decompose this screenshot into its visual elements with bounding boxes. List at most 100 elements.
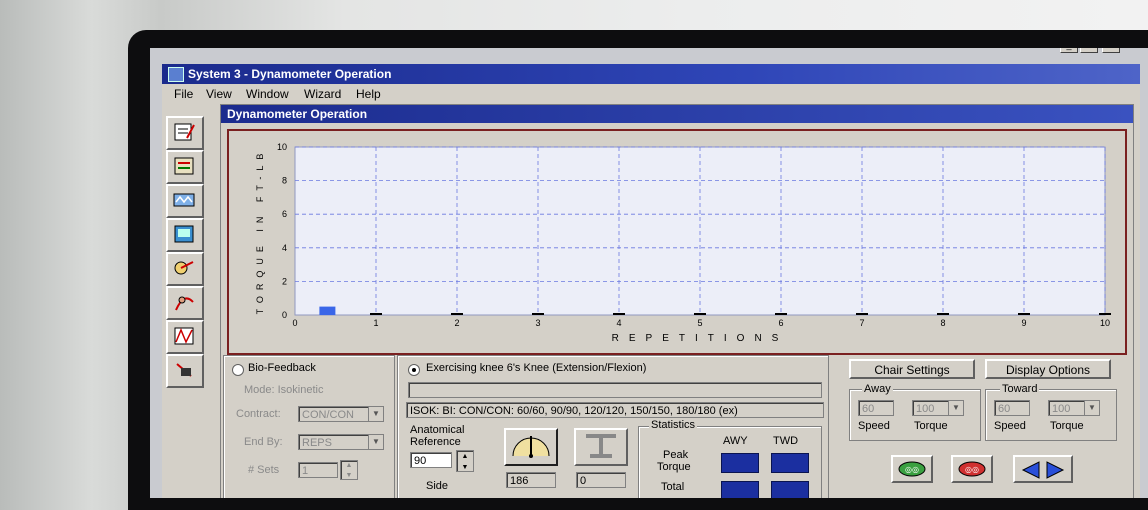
position-field-1[interactable]: 186 [506,472,556,488]
statistics-title: Statistics [649,419,698,431]
minimize-button[interactable]: _ [1060,48,1078,53]
close-button[interactable]: × [1102,48,1120,53]
twd-header: TWD [773,435,799,447]
toward-speed-label: Speed [994,420,1026,432]
y-tick-label: 2 [282,276,287,286]
start-button[interactable]: ◎◎ [891,455,933,483]
chair-settings-button[interactable]: Chair Settings [849,359,975,379]
y-axis-label: TORQUE IN FT-LB [255,148,265,315]
goniometer-icon [512,436,550,458]
x-tick-label: 1 [373,318,378,328]
menu-file[interactable]: File [174,87,193,101]
away-title: Away [862,383,893,395]
x-tick-label: 10 [1100,318,1110,328]
protocol-text: ISOK: BI: CON/CON: 60/60, 90/90, 120/120… [406,402,824,418]
x-tick-label: 3 [535,318,540,328]
torque-chart-frame: 0 2 4 6 8 10 0 1 2 3 4 5 6 7 8 9 10 REPETITIONS TORQUE IN … [227,129,1127,355]
monitor-button[interactable] [166,218,204,252]
toward-speed-input[interactable]: 60 [994,400,1030,416]
y-tick-label: 4 [282,243,287,253]
anatomical-stepper[interactable]: ▲ ▼ [456,450,474,472]
waveform-button[interactable] [166,184,204,218]
menu-window[interactable]: Window [246,87,289,101]
toward-title: Toward [1000,383,1040,395]
x-tick-label: 8 [940,318,945,328]
toward-torque-value: 100 [1052,403,1071,415]
svg-text:◎◎: ◎◎ [905,465,919,474]
display-options-button[interactable]: Display Options [985,359,1111,379]
dynamometer-child-window: Dynamometer Operation 0 2 4 6 8 10 0 1 2 3 4 5 6 7 8 9 1… [220,104,1134,498]
torque-chart: 0 2 4 6 8 10 0 1 2 3 4 5 6 7 8 9 10 REPETITIONS TORQUE IN … [255,142,1111,344]
y-tick-label: 6 [282,209,287,219]
x-tick-label: 7 [859,318,864,328]
menu-bar: File View Window Wizard Help [162,84,1140,102]
biofeedback-radio[interactable] [232,364,244,376]
mode-label: Mode: Isokinetic [244,384,324,396]
main-window: System 3 - Dynamometer Operation _ □ × F… [162,48,1140,498]
exit-icon [176,363,192,377]
chevron-down-icon: ▼ [1084,401,1099,415]
waveform-icon [173,193,195,207]
end-by-value: REPS [302,437,332,449]
sets-stepper[interactable]: ▲ ▼ [340,460,358,480]
chevron-down-icon: ▼ [368,407,383,421]
exercising-label: Exercising knee 6's Knee (Extension/Flex… [426,362,647,374]
child-window-title[interactable]: Dynamometer Operation [221,105,1133,123]
x-axis-label: REPETITIONS [612,333,789,344]
svg-text:◎◎: ◎◎ [965,465,979,474]
start-icon: ◎◎ [898,461,926,477]
title-bar[interactable]: System 3 - Dynamometer Operation [162,64,1140,84]
settings-button[interactable] [166,150,204,184]
menu-wizard[interactable]: Wizard [304,87,341,101]
y-tick-label: 8 [282,176,287,186]
x-tick-label: 6 [778,318,783,328]
left-right-arrows-icon [1021,461,1065,479]
attachment-button[interactable] [574,428,628,466]
notes-button[interactable] [166,116,204,150]
peak-label: Peak [663,449,689,461]
app-icon [168,67,184,82]
maximize-button[interactable]: □ [1080,48,1098,53]
calibrate-icon [174,261,194,275]
notes-icon [174,123,195,141]
end-by-select[interactable]: REPS ▼ [298,434,384,450]
graph-button[interactable] [166,320,204,354]
reference-label: Reference [410,436,461,448]
exit-button[interactable] [166,354,204,388]
chevron-down-icon: ▼ [948,401,963,415]
away-speed-input[interactable]: 60 [858,400,894,416]
navigation-arrows[interactable] [1013,455,1073,483]
chevron-down-icon: ▼ [368,435,383,449]
patient-button[interactable] [166,286,204,320]
menu-help[interactable]: Help [356,87,381,101]
exercise-panel: Exercising knee 6's Knee (Extension/Flex… [397,355,829,498]
biofeedback-panel: Bio-Feedback Mode: Isokinetic Contract: … [223,355,395,498]
speed-panel: Chair Settings Display Options Away 60 1… [833,355,1131,498]
away-torque-select[interactable]: 100 ▼ [912,400,964,416]
attachment-icon [586,434,616,458]
toward-group: Toward 60 100 ▼ Speed Torque [985,383,1117,441]
toward-torque-label: Torque [1050,420,1084,432]
statistics-group: Statistics AWY TWD Peak Torque Total [638,419,822,498]
contract-value: CON/CON [302,409,354,421]
contract-select[interactable]: CON/CON ▼ [298,406,384,422]
patient-icon [175,296,194,311]
monitor-icon [174,225,194,243]
goniometer-button[interactable] [504,428,558,466]
x-tick-label: 4 [616,318,621,328]
y-tick-label: 10 [277,142,287,152]
anatomical-reference-input[interactable]: 90 [410,452,452,468]
anatomical-label: Anatomical [410,424,465,436]
y-tick-label: 0 [282,310,287,320]
away-group: Away 60 100 ▼ Speed Torque [849,383,981,441]
menu-view[interactable]: View [206,87,232,101]
sets-input[interactable]: 1 [298,462,338,478]
toward-torque-select[interactable]: 100 ▼ [1048,400,1100,416]
x-tick-label: 5 [697,318,702,328]
position-field-2[interactable]: 0 [576,472,626,488]
x-tick-label: 9 [1021,318,1026,328]
stop-button[interactable]: ◎◎ [951,455,993,483]
peak-torque-twd-value [771,453,809,473]
calibrate-button[interactable] [166,252,204,286]
exercising-radio[interactable] [408,364,420,376]
